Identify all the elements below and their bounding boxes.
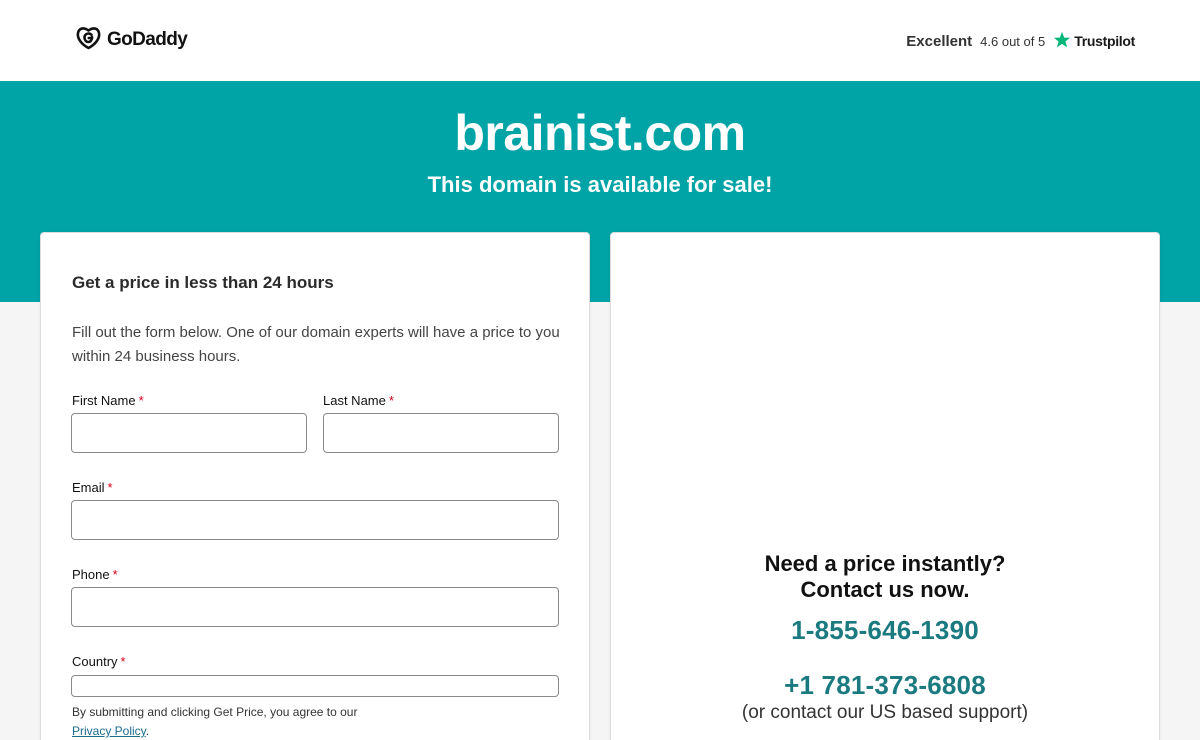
email-label: Email * xyxy=(72,480,113,495)
first-name-label: First Name * xyxy=(72,393,144,408)
terms-text: By submitting and clicking Get Price, yo… xyxy=(72,705,358,719)
trustpilot-rating[interactable]: Excellent 4.6 out of 5 Trustpilot xyxy=(906,29,1135,53)
top-bar: GoDaddy Excellent 4.6 out of 5 Trustpilo… xyxy=(0,0,1200,81)
trustpilot-label: Trustpilot xyxy=(1074,33,1135,49)
terms-notice: By submitting and clicking Get Price, yo… xyxy=(72,703,562,740)
contact-heading: Need a price instantly? Contact us now. xyxy=(611,551,1159,603)
privacy-policy-link[interactable]: Privacy Policy xyxy=(72,724,146,738)
support-note: (or contact our US based support) xyxy=(741,702,1029,723)
email-input[interactable] xyxy=(71,500,559,540)
trustpilot-brand: Trustpilot xyxy=(1053,31,1135,52)
country-select[interactable] xyxy=(71,675,559,697)
rating-label: Excellent xyxy=(906,32,973,50)
star-icon xyxy=(1053,31,1071,52)
godaddy-logo-icon xyxy=(75,25,102,56)
required-mark: * xyxy=(107,480,113,495)
phone-link-secondary[interactable]: +1 781-373-6808 xyxy=(611,670,1159,701)
last-name-label: Last Name * xyxy=(323,393,394,408)
price-request-form: Get a price in less than 24 hours Fill o… xyxy=(40,232,590,740)
first-name-label-text: First Name xyxy=(72,393,136,408)
contact-heading-line1: Need a price instantly? xyxy=(764,551,1006,576)
required-mark: * xyxy=(138,393,144,408)
last-name-label-text: Last Name xyxy=(323,393,386,408)
required-mark: * xyxy=(388,393,394,408)
phone-2-row: +1 781-373-6808 xyxy=(611,670,1159,701)
sale-subtitle: This domain is available for sale! xyxy=(427,172,773,197)
last-name-input[interactable] xyxy=(323,413,559,453)
phone-link-primary[interactable]: 1-855-646-1390 xyxy=(611,615,1159,646)
terms-period: . xyxy=(145,724,150,738)
form-description: Fill out the form below. One of our doma… xyxy=(72,324,560,365)
godaddy-logo-link[interactable]: GoDaddy xyxy=(75,25,188,56)
phone-1-row: 1-855-646-1390 xyxy=(611,615,1159,646)
email-label-text: Email xyxy=(72,480,105,495)
contact-card: Need a price instantly? Contact us now. … xyxy=(610,232,1160,740)
first-name-input[interactable] xyxy=(71,413,307,453)
phone-label-text: Phone xyxy=(72,567,110,582)
required-mark: * xyxy=(112,567,118,582)
required-mark: * xyxy=(120,654,126,669)
form-title: Get a price in less than 24 hours xyxy=(72,273,334,292)
contact-heading-line2: Contact us now. xyxy=(800,577,970,602)
domain-name: brainist.com xyxy=(454,105,746,161)
rating-score: 4.6 out of 5 xyxy=(980,33,1046,49)
country-label: Country * xyxy=(72,654,126,669)
brand-name: GoDaddy xyxy=(107,29,188,50)
country-label-text: Country xyxy=(72,654,118,669)
phone-input[interactable] xyxy=(71,587,559,627)
phone-label: Phone * xyxy=(72,567,118,582)
